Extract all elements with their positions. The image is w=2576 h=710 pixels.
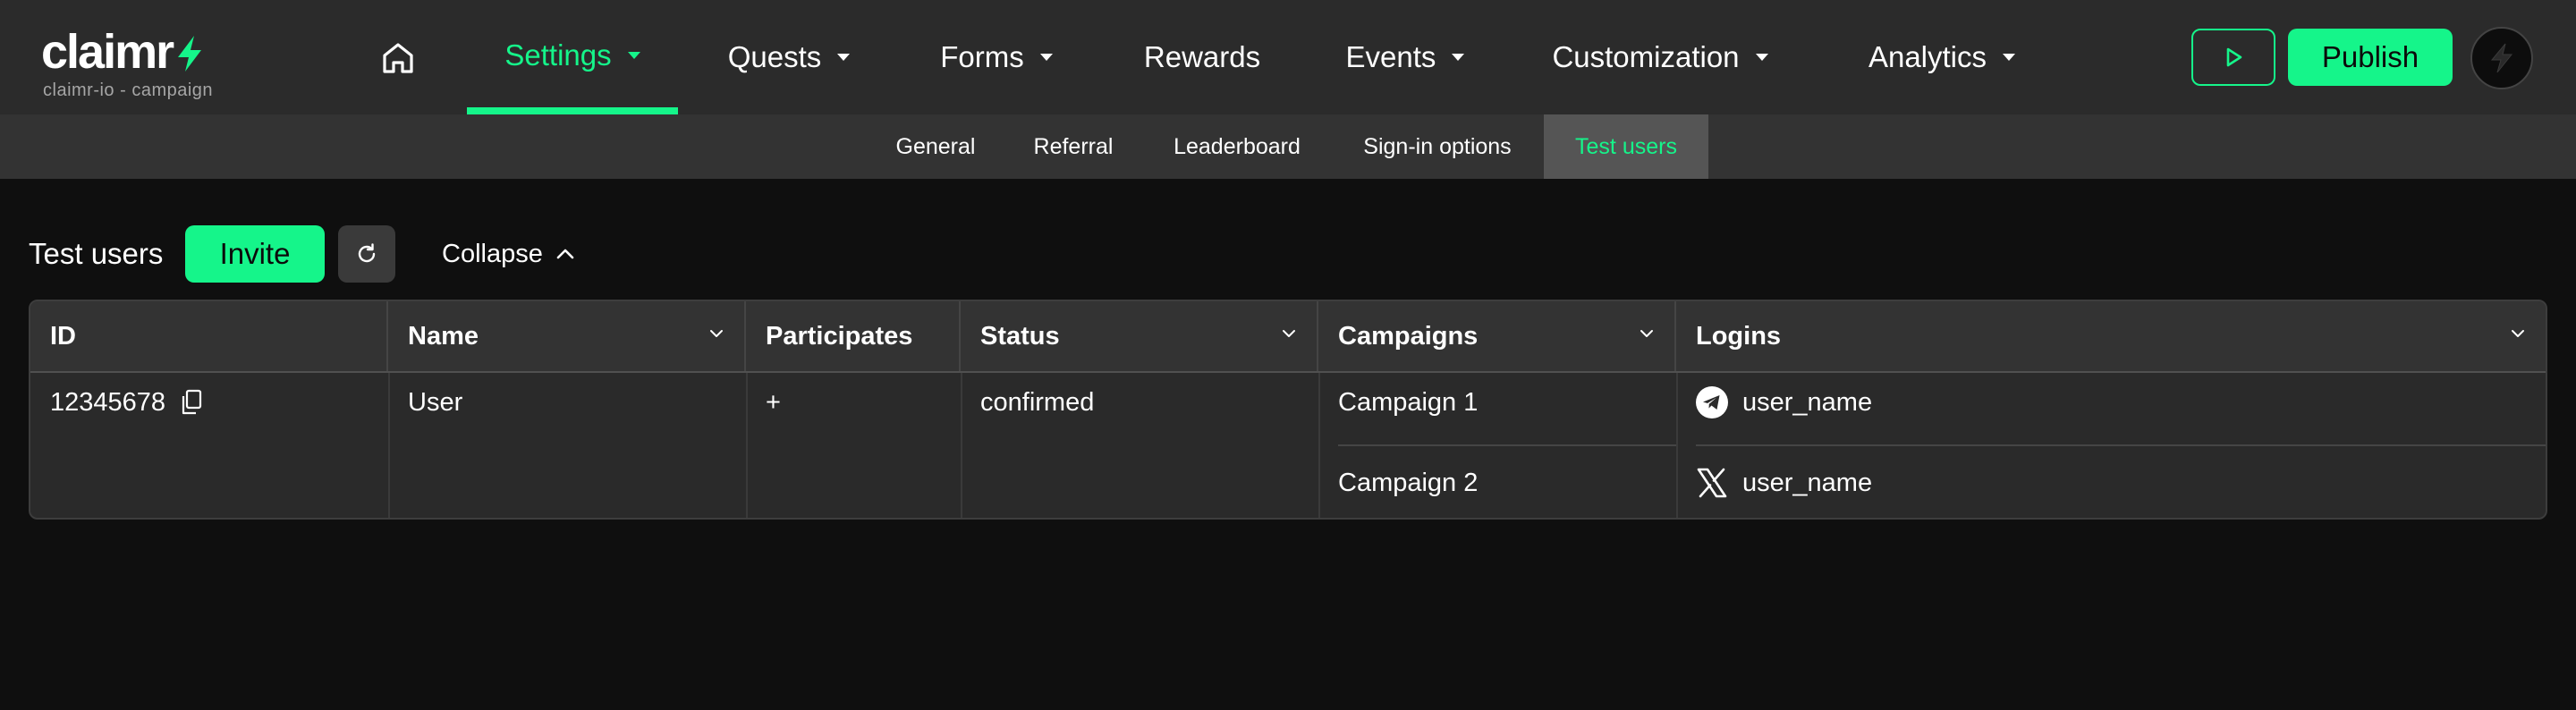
invite-button[interactable]: Invite bbox=[185, 225, 325, 283]
telegram-icon bbox=[1696, 386, 1728, 418]
login-username: user_name bbox=[1742, 468, 1873, 497]
tab-label: Sign-in options bbox=[1363, 133, 1512, 159]
tab-sign-in-options[interactable]: Sign-in options bbox=[1342, 114, 1533, 179]
play-icon bbox=[2226, 47, 2242, 67]
login-username: user_name bbox=[1742, 387, 1873, 417]
home-icon[interactable] bbox=[379, 39, 417, 77]
chevron-down-icon bbox=[1452, 54, 1465, 61]
logo-text: claimr bbox=[41, 25, 174, 79]
chevron-down-icon bbox=[837, 54, 851, 61]
refresh-button[interactable] bbox=[338, 225, 395, 283]
chevron-down-icon bbox=[2003, 54, 2016, 61]
chevron-down-icon[interactable] bbox=[1639, 328, 1655, 339]
tab-general[interactable]: General bbox=[877, 114, 995, 179]
collapse-button[interactable]: Collapse bbox=[442, 225, 575, 283]
table-header: ID Name Participates Status Campaigns Lo… bbox=[30, 301, 2546, 373]
nav-item-customization[interactable]: Customization bbox=[1535, 0, 1785, 114]
nav-item-analytics[interactable]: Analytics bbox=[1848, 0, 2036, 114]
tab-label: Test users bbox=[1575, 133, 1677, 159]
column-divider bbox=[1676, 373, 1678, 518]
top-navigation-bar: claimr claimr-io - campaign Settings Que… bbox=[0, 0, 2576, 114]
campaign-item: Campaign 2 bbox=[1338, 468, 1479, 497]
tab-label: Referral bbox=[1033, 133, 1114, 159]
avatar[interactable] bbox=[2470, 27, 2533, 89]
app-logo[interactable]: claimr claimr-io - campaign bbox=[41, 25, 213, 100]
nav-item-label: Forms bbox=[940, 40, 1024, 73]
nav-item-rewards[interactable]: Rewards bbox=[1131, 0, 1274, 114]
column-label: Logins bbox=[1696, 321, 1782, 351]
nav-item-settings[interactable]: Settings bbox=[467, 0, 678, 114]
chevron-down-icon[interactable] bbox=[1281, 328, 1297, 339]
preview-button[interactable] bbox=[2191, 29, 2275, 86]
section-title: Test users bbox=[29, 237, 164, 270]
chevron-down-icon[interactable] bbox=[708, 328, 724, 339]
column-divider bbox=[1318, 373, 1320, 518]
tab-label: Leaderboard bbox=[1174, 133, 1301, 159]
column-label: ID bbox=[50, 321, 76, 351]
nav-item-label: Events bbox=[1345, 40, 1436, 73]
logo-subtitle: claimr-io - campaign bbox=[43, 80, 214, 100]
column-header-name[interactable]: Name bbox=[388, 301, 746, 371]
test-users-table: ID Name Participates Status Campaigns Lo… bbox=[29, 300, 2547, 520]
settings-subnav: General Referral Leaderboard Sign-in opt… bbox=[0, 114, 2576, 179]
publish-button[interactable]: Publish bbox=[2288, 29, 2453, 86]
nav-item-label: Customization bbox=[1552, 40, 1740, 73]
bolt-icon bbox=[2490, 43, 2513, 73]
column-divider bbox=[961, 373, 962, 518]
nav-item-forms[interactable]: Forms bbox=[925, 0, 1068, 114]
tab-label: General bbox=[895, 133, 976, 159]
column-label: Campaigns bbox=[1338, 321, 1479, 351]
column-divider bbox=[388, 373, 390, 518]
column-header-campaigns[interactable]: Campaigns bbox=[1318, 301, 1676, 371]
campaign-item: Campaign 1 bbox=[1338, 387, 1479, 417]
chevron-down-icon[interactable] bbox=[2510, 328, 2526, 339]
divider bbox=[1338, 444, 1676, 446]
active-tab-indicator bbox=[467, 107, 678, 114]
nav-item-events[interactable]: Events bbox=[1329, 0, 1481, 114]
nav-item-label: Rewards bbox=[1143, 40, 1261, 73]
tab-leaderboard[interactable]: Leaderboard bbox=[1154, 114, 1320, 179]
collapse-label: Collapse bbox=[442, 239, 543, 268]
column-label: Participates bbox=[766, 321, 913, 351]
chevron-down-icon bbox=[627, 52, 640, 59]
chevron-down-icon bbox=[1755, 54, 1768, 61]
column-label: Status bbox=[980, 321, 1060, 351]
column-header-logins[interactable]: Logins bbox=[1676, 301, 2546, 371]
divider bbox=[1696, 444, 2546, 446]
cell-status: confirmed bbox=[980, 387, 1095, 417]
nav-item-label: Quests bbox=[727, 40, 822, 73]
cell-id: 12345678 bbox=[50, 385, 203, 420]
nav-item-label: Settings bbox=[504, 38, 612, 72]
login-item: user_name bbox=[1696, 385, 1872, 420]
tab-referral[interactable]: Referral bbox=[1013, 114, 1134, 179]
refresh-icon bbox=[358, 243, 376, 263]
copy-icon[interactable] bbox=[180, 389, 203, 416]
nav-item-label: Analytics bbox=[1868, 40, 1987, 73]
column-header-status[interactable]: Status bbox=[961, 301, 1318, 371]
cell-participates: + bbox=[766, 387, 781, 417]
x-icon bbox=[1697, 468, 1727, 498]
login-item: user_name bbox=[1696, 465, 1872, 501]
column-label: Name bbox=[408, 321, 479, 351]
lightning-bolt-icon bbox=[174, 34, 205, 78]
chevron-down-icon bbox=[1039, 54, 1053, 61]
user-id: 12345678 bbox=[50, 387, 166, 417]
nav-item-quests[interactable]: Quests bbox=[708, 0, 869, 114]
tab-test-users[interactable]: Test users bbox=[1544, 114, 1708, 179]
column-header-id: ID bbox=[30, 301, 388, 371]
column-divider bbox=[746, 373, 748, 518]
chevron-up-icon bbox=[556, 249, 574, 259]
cell-name: User bbox=[408, 387, 463, 417]
column-header-participates: Participates bbox=[746, 301, 961, 371]
